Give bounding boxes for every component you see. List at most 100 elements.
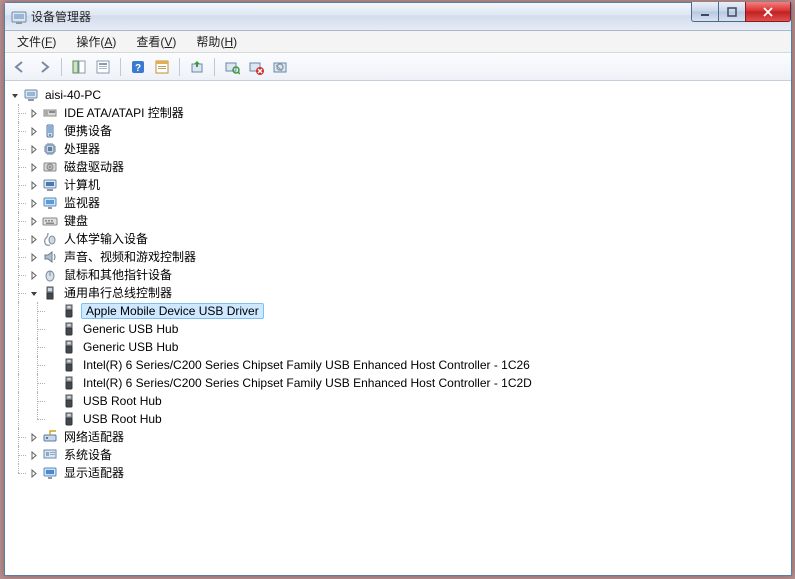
cpu-icon xyxy=(42,141,58,157)
tree-category-monitor[interactable]: 监视器 xyxy=(9,194,791,212)
net-icon xyxy=(42,429,58,445)
tree-root-node[interactable]: aisi-40-PC xyxy=(9,86,791,104)
tree-device-node[interactable]: Generic USB Hub xyxy=(9,338,791,356)
tree-category-computer[interactable]: 计算机 xyxy=(9,176,791,194)
tree-category-mouse[interactable]: 鼠标和其他指针设备 xyxy=(9,266,791,284)
hid-icon xyxy=(42,231,58,247)
tree-node-label: 系统设备 xyxy=(62,446,114,464)
tree-category-sound[interactable]: 声音、视频和游戏控制器 xyxy=(9,248,791,266)
tree-category-usb[interactable]: 通用串行总线控制器 xyxy=(9,284,791,302)
tree-category-system[interactable]: 系统设备 xyxy=(9,446,791,464)
usb-device-icon xyxy=(61,375,77,391)
tree-node-label: 通用串行总线控制器 xyxy=(62,284,174,302)
usb-device-icon xyxy=(61,411,77,427)
tree-node-label: 显示适配器 xyxy=(62,464,126,482)
toolbar-properties-button[interactable] xyxy=(92,56,114,78)
expand-icon[interactable] xyxy=(28,449,40,461)
disk-icon xyxy=(42,159,58,175)
tree-category-keyboard[interactable]: 键盘 xyxy=(9,212,791,230)
device-manager-window: 设备管理器 文件(F) 操作(A) 查看(V) 帮助(H) xyxy=(4,2,792,576)
tree-category-cpu[interactable]: 处理器 xyxy=(9,140,791,158)
tree-device-node[interactable]: USB Root Hub xyxy=(9,392,791,410)
maximize-button[interactable] xyxy=(718,2,746,22)
device-tree: aisi-40-PC IDE ATA/ATAPI 控制器 便携设备 处理器 磁盘… xyxy=(9,86,791,482)
tree-category-portable[interactable]: 便携设备 xyxy=(9,122,791,140)
toolbar-forward-button[interactable] xyxy=(33,56,55,78)
toolbar-separator xyxy=(61,58,62,76)
tree-node-label: 声音、视频和游戏控制器 xyxy=(62,248,198,266)
expand-icon[interactable] xyxy=(28,269,40,281)
usb-device-icon xyxy=(61,303,77,319)
tree-pane[interactable]: aisi-40-PC IDE ATA/ATAPI 控制器 便携设备 处理器 磁盘… xyxy=(5,81,791,575)
tree-category-net[interactable]: 网络适配器 xyxy=(9,428,791,446)
toolbar-separator xyxy=(214,58,215,76)
tree-node-label: aisi-40-PC xyxy=(43,86,103,104)
close-button[interactable] xyxy=(745,2,791,22)
tree-node-label: 磁盘驱动器 xyxy=(62,158,126,176)
window-title: 设备管理器 xyxy=(31,8,91,25)
tree-device-node[interactable]: Intel(R) 6 Series/C200 Series Chipset Fa… xyxy=(9,356,791,374)
expand-icon[interactable] xyxy=(28,215,40,227)
tree-node-label: 监视器 xyxy=(62,194,102,212)
tree-node-label: 便携设备 xyxy=(62,122,114,140)
usb-device-icon xyxy=(61,321,77,337)
tree-category-disk[interactable]: 磁盘驱动器 xyxy=(9,158,791,176)
expand-icon[interactable] xyxy=(28,251,40,263)
tree-node-label: USB Root Hub xyxy=(81,410,164,428)
tree-node-label: Apple Mobile Device USB Driver xyxy=(81,303,264,319)
tree-node-label: Generic USB Hub xyxy=(81,320,180,338)
menu-help[interactable]: 帮助(H) xyxy=(188,31,245,52)
tree-device-node[interactable]: Intel(R) 6 Series/C200 Series Chipset Fa… xyxy=(9,374,791,392)
tree-node-label: USB Root Hub xyxy=(81,392,164,410)
usb-device-icon xyxy=(61,339,77,355)
toolbar-back-button[interactable] xyxy=(9,56,31,78)
titlebar[interactable]: 设备管理器 xyxy=(5,3,791,31)
tree-device-node[interactable]: USB Root Hub xyxy=(9,410,791,428)
display-icon xyxy=(42,465,58,481)
toolbar-view-details-button[interactable] xyxy=(151,56,173,78)
expand-icon[interactable] xyxy=(28,107,40,119)
toolbar-uninstall-button[interactable] xyxy=(245,56,267,78)
tree-node-label: Generic USB Hub xyxy=(81,338,180,356)
svg-text:?: ? xyxy=(135,63,141,74)
portable-icon xyxy=(42,123,58,139)
menu-action[interactable]: 操作(A) xyxy=(68,31,124,52)
collapse-icon[interactable] xyxy=(28,287,40,299)
expand-icon[interactable] xyxy=(28,161,40,173)
tree-category-display[interactable]: 显示适配器 xyxy=(9,464,791,482)
toolbar-update-driver-button[interactable] xyxy=(186,56,208,78)
toolbar-showhide-tree-button[interactable] xyxy=(68,56,90,78)
menu-view[interactable]: 查看(V) xyxy=(128,31,184,52)
expand-icon[interactable] xyxy=(28,467,40,479)
collapse-icon[interactable] xyxy=(9,89,21,101)
sound-icon xyxy=(42,249,58,265)
tree-category-ide[interactable]: IDE ATA/ATAPI 控制器 xyxy=(9,104,791,122)
monitor-icon xyxy=(42,195,58,211)
tree-node-label: Intel(R) 6 Series/C200 Series Chipset Fa… xyxy=(81,374,534,392)
tree-category-hid[interactable]: 人体学输入设备 xyxy=(9,230,791,248)
minimize-button[interactable] xyxy=(691,2,719,22)
tree-node-label: 键盘 xyxy=(62,212,90,230)
mouse-icon xyxy=(42,267,58,283)
computer-icon xyxy=(23,87,39,103)
toolbar-help-button[interactable]: ? xyxy=(127,56,149,78)
tree-device-node[interactable]: Generic USB Hub xyxy=(9,320,791,338)
expand-icon[interactable] xyxy=(28,197,40,209)
window-controls xyxy=(692,2,791,22)
menu-file[interactable]: 文件(F) xyxy=(9,31,64,52)
toolbar-disable-button[interactable] xyxy=(269,56,291,78)
tree-node-label: 人体学输入设备 xyxy=(62,230,150,248)
expand-icon[interactable] xyxy=(28,233,40,245)
tree-node-label: 鼠标和其他指针设备 xyxy=(62,266,174,284)
tree-node-label: 计算机 xyxy=(62,176,102,194)
computer-icon xyxy=(42,177,58,193)
toolbar-scan-hardware-button[interactable] xyxy=(221,56,243,78)
usb-icon xyxy=(42,285,58,301)
expand-icon[interactable] xyxy=(28,431,40,443)
keyboard-icon xyxy=(42,213,58,229)
expand-icon[interactable] xyxy=(28,179,40,191)
usb-device-icon xyxy=(61,393,77,409)
expand-icon[interactable] xyxy=(28,143,40,155)
tree-device-node[interactable]: Apple Mobile Device USB Driver xyxy=(9,302,791,320)
expand-icon[interactable] xyxy=(28,125,40,137)
